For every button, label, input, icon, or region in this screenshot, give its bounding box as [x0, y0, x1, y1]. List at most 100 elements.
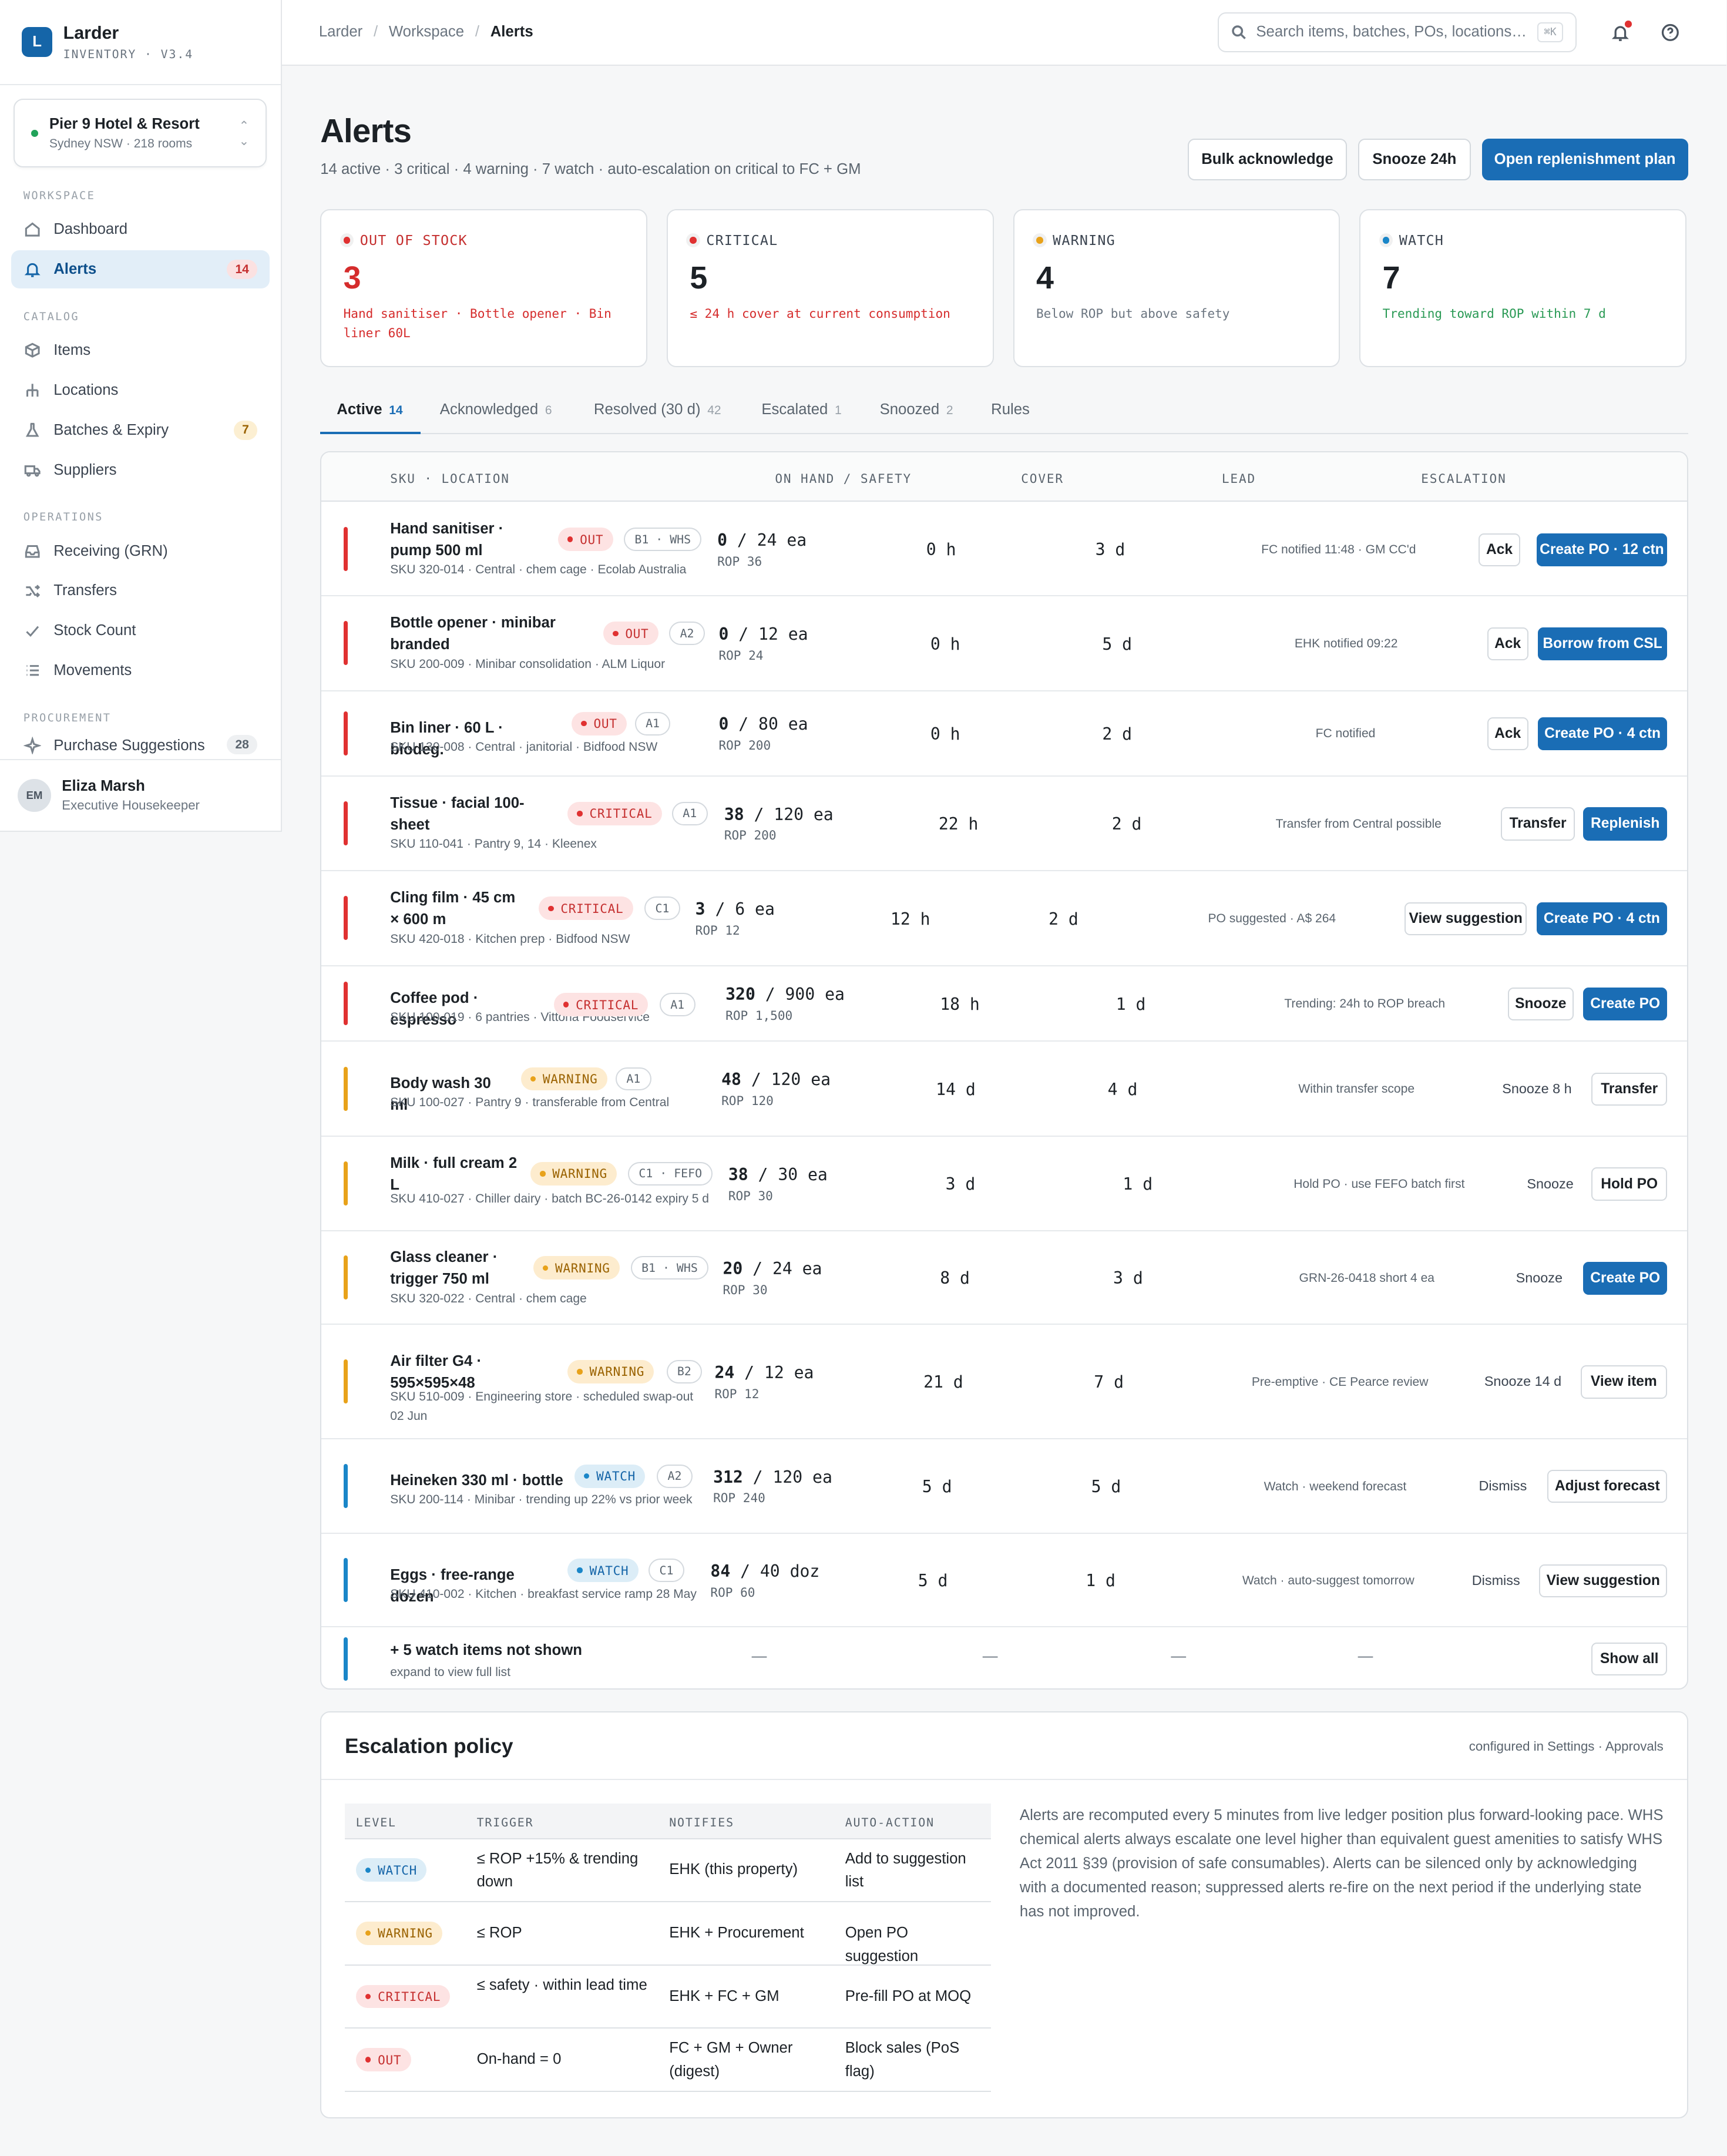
table-row[interactable]: Bottle opener · minibar branded SKU 200-… [321, 596, 1687, 691]
shortcut-hint: ⌘K [1537, 22, 1563, 42]
kpi-critical[interactable]: CRITICAL 5 ≤ 24 h cover at current consu… [666, 209, 994, 367]
severity-bar [343, 711, 348, 755]
snooze-24h-button[interactable]: Snooze 24h [1358, 139, 1471, 180]
kpi-watch[interactable]: WATCH 7 Trending toward ROP within 7 d [1359, 209, 1687, 367]
tab-resolved[interactable]: Resolved (30 d) 42 [594, 401, 721, 418]
severity-bar [343, 527, 348, 572]
safety-value: 120 ea [774, 804, 834, 824]
row-secondary-action[interactable]: Dismiss [1479, 1478, 1527, 1494]
table-row[interactable]: Hand sanitiser · pump 500 ml SKU 320-014… [321, 503, 1687, 597]
row-primary-button[interactable]: Create PO · 4 ctn [1538, 717, 1668, 751]
severity-bar [343, 1255, 348, 1300]
item-name[interactable]: Tissue · facial 100-sheet [390, 792, 556, 837]
tab-snoozed[interactable]: Snoozed 2 [880, 401, 953, 418]
tab-label: Snoozed [879, 401, 940, 418]
help-button[interactable] [1661, 22, 1680, 41]
item-name[interactable]: Bottle opener · minibar branded [390, 612, 592, 656]
row-secondary-button[interactable]: View suggestion [1405, 902, 1527, 935]
row-secondary-button[interactable]: Ack [1487, 627, 1528, 660]
status-label: CRITICAL [576, 997, 639, 1012]
sidebar-item-suppliers[interactable]: Suppliers [11, 451, 270, 489]
section-catalog: CATALOG [23, 310, 79, 323]
sidebar-item-label: Transfers [53, 582, 117, 599]
divider [321, 1778, 1687, 1780]
tab-rules[interactable]: Rules [991, 401, 1030, 418]
escalation-text: FC notified 11:48 · GM CC'd [1261, 542, 1416, 556]
lead-value: 1 d [1086, 1571, 1116, 1591]
sidebar-item-receiving[interactable]: Receiving (GRN) [11, 532, 270, 570]
row-secondary-button[interactable]: Ack [1487, 717, 1528, 751]
sidebar-item-locations[interactable]: Locations [11, 371, 270, 410]
breadcrumb-workspace[interactable]: Workspace [389, 23, 464, 40]
sidebar-item-items[interactable]: Items [11, 331, 270, 370]
row-secondary-action[interactable]: Snooze 8 h [1502, 1081, 1571, 1097]
row-secondary-button[interactable]: Ack [1479, 533, 1520, 566]
onhand-safety: 0 / 80 ea [718, 714, 808, 734]
show-all-button[interactable]: Show all [1591, 1642, 1668, 1676]
table-row[interactable]: Eggs · free-range dozen SKU 410-002 · Ki… [321, 1534, 1687, 1628]
status-badge: WARNING [533, 1256, 620, 1280]
sidebar-item-stock-count[interactable]: Stock Count [11, 612, 270, 650]
search-input[interactable]: Search items, batches, POs, locations… ⌘… [1218, 12, 1577, 52]
notifications-button[interactable] [1611, 21, 1632, 41]
property-switcher[interactable]: Pier 9 Hotel & Resort Sydney NSW · 218 r… [14, 99, 267, 168]
app-root: L Larder INVENTORY · V3.4 Pier 9 Hotel &… [0, 0, 1727, 2156]
kpi-out-of-stock[interactable]: OUT OF STOCK 3 Hand sanitiser · Bottle o… [320, 209, 648, 367]
kpi-warning[interactable]: WARNING 4 Below ROP but above safety [1013, 209, 1340, 367]
row-primary-button[interactable]: Transfer [1591, 1073, 1668, 1106]
table-row[interactable]: Air filter G4 · 595×595×48 SKU 510-009 ·… [321, 1325, 1687, 1439]
sidebar-item-batches[interactable]: Batches & Expiry 7 [11, 411, 270, 449]
table-row[interactable]: Cling film · 45 cm × 600 m SKU 420-018 ·… [321, 871, 1687, 966]
trigger-text: On-hand = 0 [476, 2051, 562, 2068]
item-name[interactable]: Hand sanitiser · pump 500 ml [390, 518, 547, 562]
row-primary-button[interactable]: Create PO [1583, 987, 1668, 1021]
row-secondary-action[interactable]: Snooze [1516, 1270, 1563, 1286]
table-row[interactable]: Body wash 30 ml SKU 100-027 · Pantry 9 ·… [321, 1042, 1687, 1137]
sidebar-item-alerts[interactable]: Alerts 14 [11, 250, 270, 289]
row-secondary-action[interactable]: Dismiss [1472, 1573, 1520, 1589]
bulk-acknowledge-button[interactable]: Bulk acknowledge [1187, 139, 1348, 180]
tab-label: Escalated [761, 401, 828, 418]
row-secondary-button[interactable]: Snooze [1507, 987, 1574, 1021]
tab-escalated[interactable]: Escalated 1 [761, 401, 841, 418]
sidebar-item-purchase-suggestions[interactable]: Purchase Suggestions 28 [11, 733, 270, 755]
table-row[interactable]: Glass cleaner · trigger 750 ml SKU 320-0… [321, 1231, 1687, 1325]
row-secondary-action[interactable]: Snooze [1527, 1176, 1573, 1192]
open-replenishment-plan-button[interactable]: Open replenishment plan [1481, 139, 1688, 180]
avatar: EM [18, 778, 51, 812]
row-primary-button[interactable]: View item [1580, 1365, 1668, 1399]
row-primary-button[interactable]: Create PO · 12 ctn [1536, 533, 1668, 566]
item-sku-location: SKU 410-002 · Kitchen · breakfast servic… [390, 1587, 697, 1601]
item-name[interactable]: Heineken 330 ml · bottle [390, 1470, 563, 1492]
breadcrumb-larder[interactable]: Larder [319, 23, 362, 40]
row-primary-button[interactable]: View suggestion [1539, 1564, 1668, 1597]
sidebar-item-dashboard[interactable]: Dashboard [11, 210, 270, 249]
item-name[interactable]: Cling film · 45 cm × 600 m [390, 887, 527, 931]
table-row[interactable]: Bin liner · 60 L · biodeg. SKU 130-008 ·… [321, 691, 1687, 777]
item-sku-location: SKU 320-022 · Central · chem cage [390, 1291, 587, 1305]
sidebar-item-transfers[interactable]: Transfers [11, 572, 270, 610]
onhand-safety: 24 / 12 ea [714, 1362, 814, 1382]
policy-row: WARNING ≤ ROP EHK + Procurement Open PO … [344, 1902, 991, 1966]
table-row[interactable]: Coffee pod · espresso SKU 100-019 · 6 pa… [321, 966, 1687, 1042]
tab-active[interactable]: Active 14 [337, 401, 402, 418]
onhand-value: 24 [714, 1362, 735, 1382]
row-primary-button[interactable]: Adjust forecast [1547, 1470, 1668, 1503]
row-primary-button[interactable]: Create PO [1583, 1261, 1668, 1295]
table-row[interactable]: Heineken 330 ml · bottle SKU 200-114 · M… [321, 1439, 1687, 1534]
user-profile[interactable]: EM Eliza Marsh Executive Housekeeper [0, 758, 281, 831]
table-row[interactable]: Tissue · facial 100-sheet SKU 110-041 · … [321, 777, 1687, 872]
row-secondary-button[interactable]: Transfer [1500, 807, 1575, 841]
row-primary-button[interactable]: Hold PO [1591, 1167, 1668, 1201]
policy-configured-link[interactable]: configured in Settings · Approvals [1469, 1739, 1664, 1754]
item-name[interactable]: Glass cleaner · trigger 750 ml [390, 1247, 522, 1291]
sidebar-item-movements[interactable]: Movements [11, 651, 270, 690]
row-primary-button[interactable]: Replenish [1583, 807, 1668, 841]
table-row[interactable]: Milk · full cream 2 L SKU 410-027 · Chil… [321, 1137, 1687, 1232]
row-primary-button[interactable]: Create PO · 4 ctn [1536, 902, 1668, 935]
row-secondary-action[interactable]: Snooze 14 d [1484, 1373, 1561, 1389]
lead-value: 3 d [1095, 540, 1125, 560]
tab-acknowledged[interactable]: Acknowledged 6 [440, 401, 552, 418]
row-primary-button[interactable]: Borrow from CSL [1538, 627, 1668, 660]
safety-value: 12 ea [758, 624, 808, 644]
